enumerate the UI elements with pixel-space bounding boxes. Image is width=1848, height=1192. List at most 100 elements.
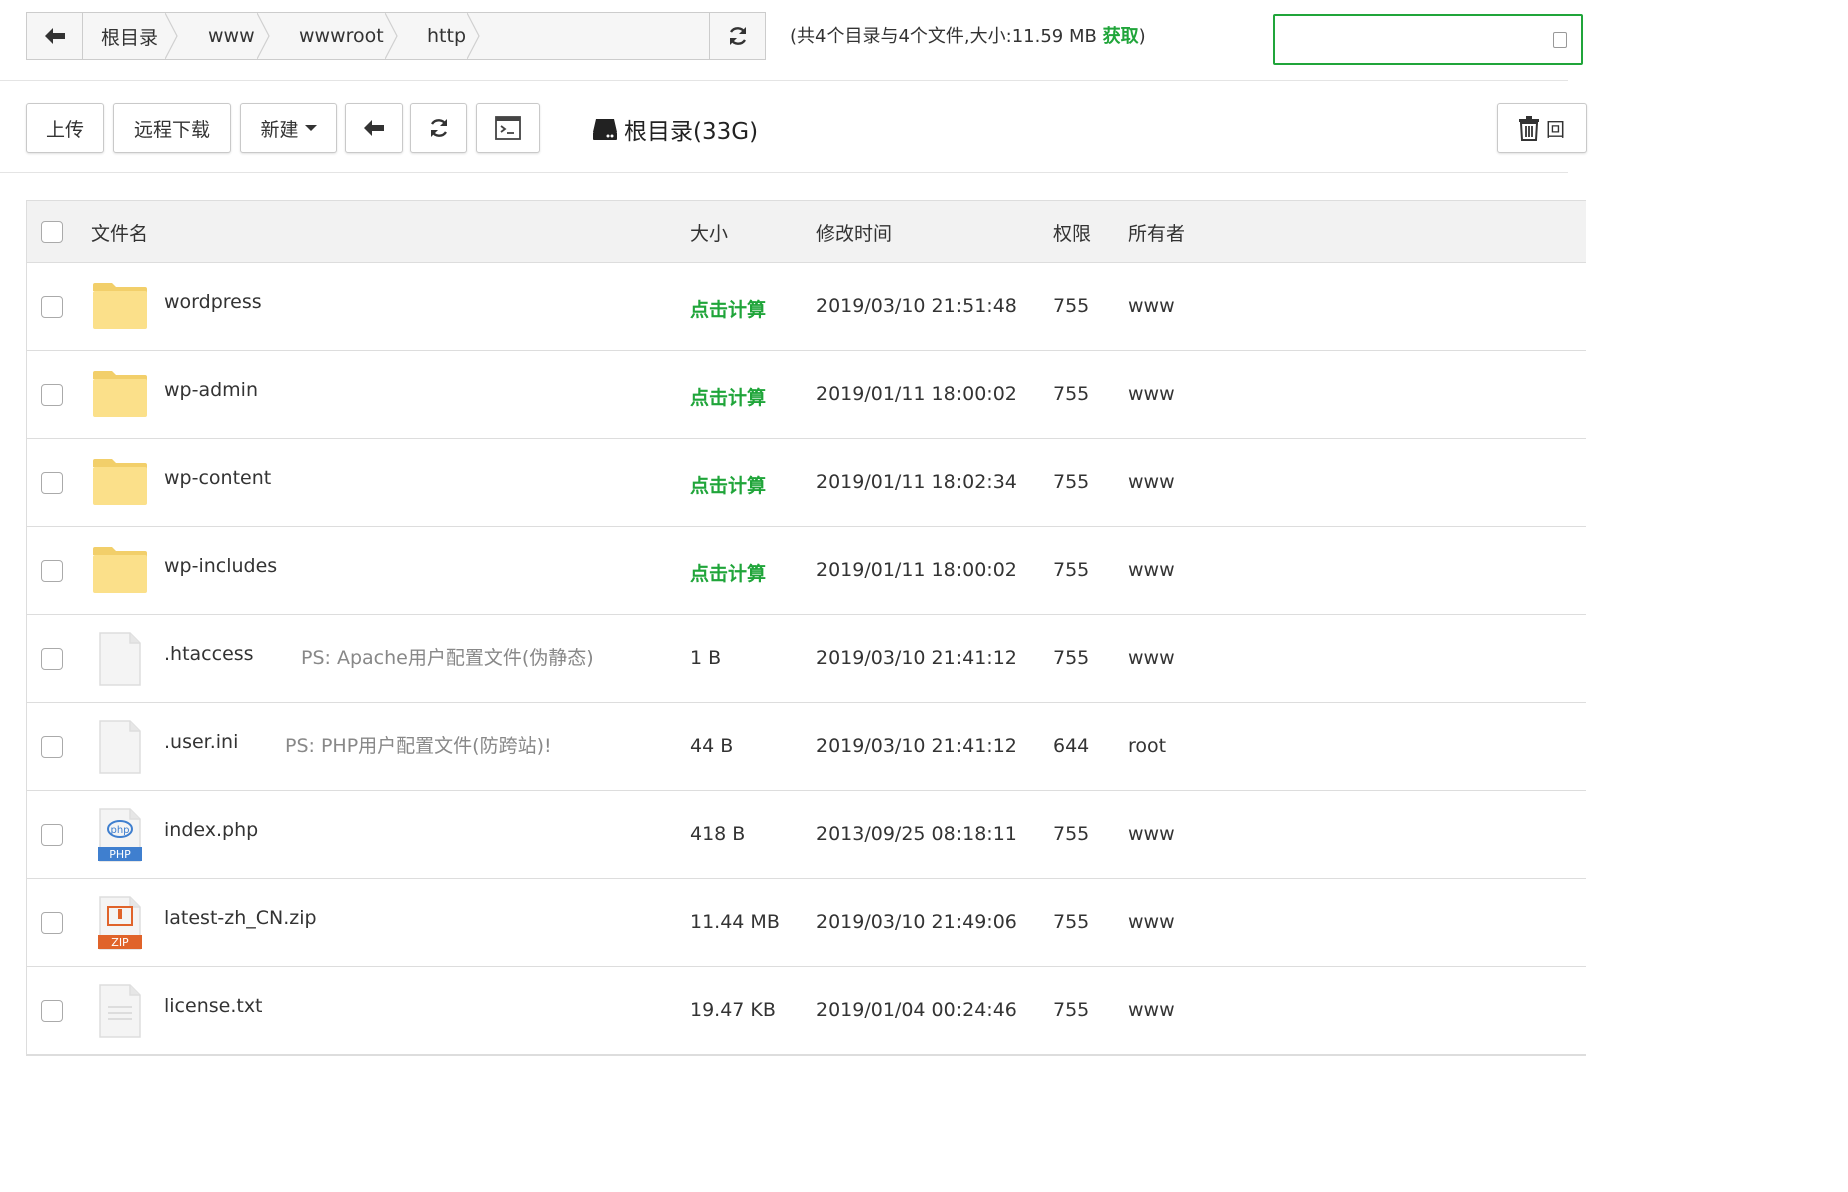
file-owner[interactable]: www [1128, 559, 1175, 581]
breadcrumb-label: www [208, 25, 255, 47]
row-checkbox[interactable] [41, 736, 63, 758]
file-owner[interactable]: www [1128, 295, 1175, 317]
table-row[interactable]: license.txt 19.47 KB 2019/01/04 00:24:46… [27, 967, 1586, 1055]
table-row[interactable]: .user.ini PS: PHP用户配置文件(防跨站)! 44 B 2019/0… [27, 703, 1586, 791]
table-row[interactable]: php PHP index.php 418 B 2013/09/25 08:18:… [27, 791, 1586, 879]
file-name[interactable]: index.php [164, 819, 258, 841]
header-perm[interactable]: 权限 [1053, 219, 1091, 246]
calculate-size-link[interactable]: 点击计算 [690, 559, 766, 586]
breadcrumb-item-root[interactable]: 根目录 [83, 13, 178, 59]
upload-button[interactable]: 上传 [26, 103, 104, 153]
file-name[interactable]: wordpress [164, 291, 262, 313]
file-mtime: 2019/03/10 21:41:12 [816, 647, 1017, 669]
file-owner[interactable]: www [1128, 911, 1175, 933]
file-name[interactable]: wp-admin [164, 379, 258, 401]
table-row[interactable]: ZIP latest-zh_CN.zip 11.44 MB 2019/03/10… [27, 879, 1586, 967]
new-button[interactable]: 新建 [240, 103, 337, 153]
refresh-icon [430, 119, 447, 137]
file-name[interactable]: wp-includes [164, 555, 277, 577]
row-checkbox[interactable] [41, 648, 63, 670]
search-checkbox[interactable] [1553, 32, 1567, 48]
search-input[interactable] [1273, 14, 1583, 65]
calculate-size-link[interactable]: 点击计算 [690, 295, 766, 322]
file-name[interactable]: license.txt [164, 995, 263, 1017]
breadcrumb-label: wwwroot [299, 25, 384, 47]
file-permission[interactable]: 755 [1053, 471, 1089, 493]
disk-label: 根目录(33G) [624, 119, 759, 145]
file-permission[interactable]: 755 [1053, 999, 1089, 1021]
file-icon [92, 719, 148, 775]
file-size: 11.44 MB [690, 911, 780, 933]
file-permission[interactable]: 755 [1053, 911, 1089, 933]
file-mtime: 2019/03/10 21:49:06 [816, 911, 1017, 933]
breadcrumb-separator [165, 13, 178, 59]
breadcrumb-item-www[interactable]: www [177, 13, 270, 59]
breadcrumb: 根目录 www wwwroot http [83, 13, 709, 59]
get-size-link[interactable]: 获取 [1103, 26, 1139, 47]
table-row[interactable]: wp-includes 点击计算 2019/01/11 18:00:02 755… [27, 527, 1586, 615]
file-owner[interactable]: www [1128, 823, 1175, 845]
header-name[interactable]: 文件名 [91, 219, 148, 246]
php-file-icon: php PHP [92, 807, 148, 863]
file-note: PS: PHP用户配置文件(防跨站)! [285, 735, 552, 757]
table-row[interactable]: wp-admin 点击计算 2019/01/11 18:00:02 755 ww… [27, 351, 1586, 439]
select-all-checkbox[interactable] [41, 221, 63, 243]
refresh-icon [729, 27, 746, 45]
disk-indicator[interactable]: 根目录(33G) [592, 112, 758, 146]
summary-text-end: ) [1138, 26, 1146, 47]
table-row[interactable]: .htaccess PS: Apache用户配置文件(伪静态) 1 B 2019/… [27, 615, 1586, 703]
file-owner[interactable]: www [1128, 999, 1175, 1021]
back-button[interactable] [345, 103, 403, 153]
row-checkbox[interactable] [41, 912, 63, 934]
new-label: 新建 [260, 118, 299, 141]
path-refresh-button[interactable] [709, 13, 765, 59]
remote-download-button[interactable]: 远程下载 [113, 103, 231, 153]
row-checkbox[interactable] [41, 1000, 63, 1022]
row-checkbox[interactable] [41, 824, 63, 846]
arrow-left-icon [44, 28, 65, 44]
folder-icon [92, 543, 148, 599]
zip-file-icon: ZIP [92, 895, 148, 951]
table-row[interactable]: wordpress 点击计算 2019/03/10 21:51:48 755 w… [27, 263, 1586, 351]
calculate-size-link[interactable]: 点击计算 [690, 471, 766, 498]
file-owner[interactable]: www [1128, 471, 1175, 493]
path-back-button[interactable] [27, 13, 83, 59]
file-mtime: 2019/03/10 21:41:12 [816, 735, 1017, 757]
recycle-bin-button[interactable]: 回 [1497, 103, 1587, 153]
file-name[interactable]: .htaccess [164, 643, 254, 665]
caret-down-icon [304, 125, 317, 131]
file-owner[interactable]: www [1128, 647, 1175, 669]
upload-label: 上传 [45, 118, 84, 141]
row-checkbox[interactable] [41, 472, 63, 494]
calculate-size-link[interactable]: 点击计算 [690, 383, 766, 410]
svg-text:PHP: PHP [109, 848, 131, 861]
table-row[interactable]: wp-content 点击计算 2019/01/11 18:02:34 755 … [27, 439, 1586, 527]
file-permission[interactable]: 755 [1053, 647, 1089, 669]
file-owner[interactable]: root [1128, 735, 1166, 757]
header-mtime[interactable]: 修改时间 [816, 219, 892, 246]
terminal-icon [495, 116, 521, 140]
breadcrumb-item-http[interactable]: http [397, 13, 480, 59]
file-permission[interactable]: 755 [1053, 383, 1089, 405]
file-permission[interactable]: 755 [1053, 823, 1089, 845]
header-size[interactable]: 大小 [690, 219, 728, 246]
file-mtime: 2019/03/10 21:51:48 [816, 295, 1017, 317]
file-permission[interactable]: 755 [1053, 295, 1089, 317]
file-note: PS: Apache用户配置文件(伪静态) [301, 647, 594, 669]
file-permission[interactable]: 755 [1053, 559, 1089, 581]
header-owner[interactable]: 所有者 [1128, 219, 1185, 246]
row-checkbox[interactable] [41, 384, 63, 406]
folder-icon [92, 279, 148, 335]
file-name[interactable]: .user.ini [164, 731, 238, 753]
file-mtime: 2019/01/11 18:00:02 [816, 559, 1017, 581]
file-name[interactable]: latest-zh_CN.zip [164, 907, 317, 929]
file-permission[interactable]: 644 [1053, 735, 1089, 757]
row-checkbox[interactable] [41, 296, 63, 318]
terminal-button[interactable] [476, 103, 540, 153]
row-checkbox[interactable] [41, 560, 63, 582]
refresh-button[interactable] [410, 103, 467, 153]
breadcrumb-separator [257, 13, 270, 59]
file-name[interactable]: wp-content [164, 467, 271, 489]
file-owner[interactable]: www [1128, 383, 1175, 405]
breadcrumb-item-wwwroot[interactable]: wwwroot [269, 13, 398, 59]
